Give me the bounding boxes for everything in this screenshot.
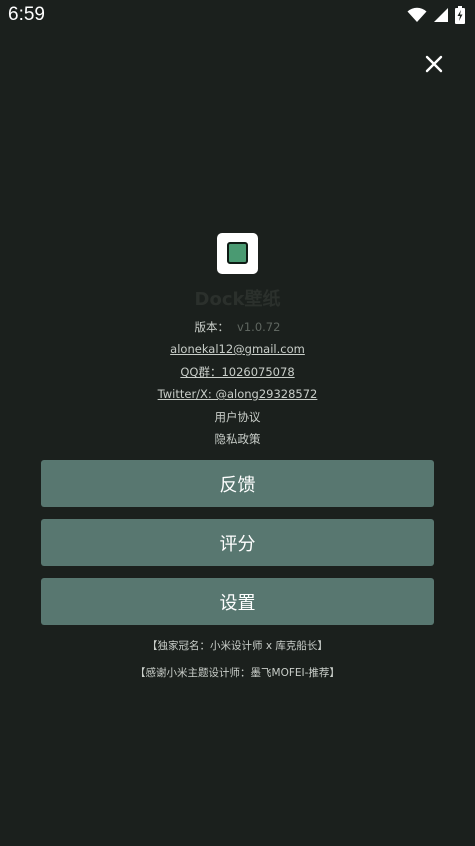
close-icon (425, 55, 443, 73)
app-logo (217, 233, 258, 274)
privacy-policy-text: 隐私政策 (214, 432, 261, 446)
qq-group-text: QQ群：1026075078 (180, 365, 295, 379)
user-agreement-text: 用户协议 (214, 410, 261, 424)
rate-label: 评分 (219, 533, 256, 555)
version-row: 版本： v1.0.72 (0, 319, 475, 335)
status-time: 6:59 (8, 4, 45, 25)
rate-button[interactable]: 评分 (41, 519, 434, 566)
close-button[interactable] (418, 48, 450, 80)
wifi-icon (407, 7, 427, 22)
email-link[interactable]: alonekal12@gmail.com (0, 342, 475, 356)
feedback-label: 反馈 (219, 474, 256, 496)
feedback-button[interactable]: 反馈 (41, 460, 434, 507)
app-name: Dock壁纸 (194, 289, 281, 310)
version-value: v1.0.72 (237, 320, 281, 334)
twitter-link[interactable]: Twitter/X: @along29328572 (0, 387, 475, 401)
status-bar: 6:59 (0, 0, 475, 32)
settings-button[interactable]: 设置 (41, 578, 434, 625)
qq-group-link[interactable]: QQ群：1026075078 (0, 364, 475, 380)
status-icons (407, 5, 465, 25)
signal-icon (434, 8, 448, 22)
settings-label: 设置 (219, 592, 256, 614)
credit-line-2: 【感谢小米主题设计师：墨飞MOFEI-推荐】 (135, 667, 340, 679)
credit-line-1: 【独家冠名：小米设计师 x 库克船长】 (147, 640, 328, 652)
battery-icon (455, 6, 465, 24)
version-label: 版本： (194, 320, 230, 334)
email-text: alonekal12@gmail.com (170, 342, 305, 356)
privacy-policy-link[interactable]: 隐私政策 (0, 431, 475, 447)
twitter-text: Twitter/X: @along29328572 (157, 387, 318, 401)
user-agreement-link[interactable]: 用户协议 (0, 409, 475, 425)
